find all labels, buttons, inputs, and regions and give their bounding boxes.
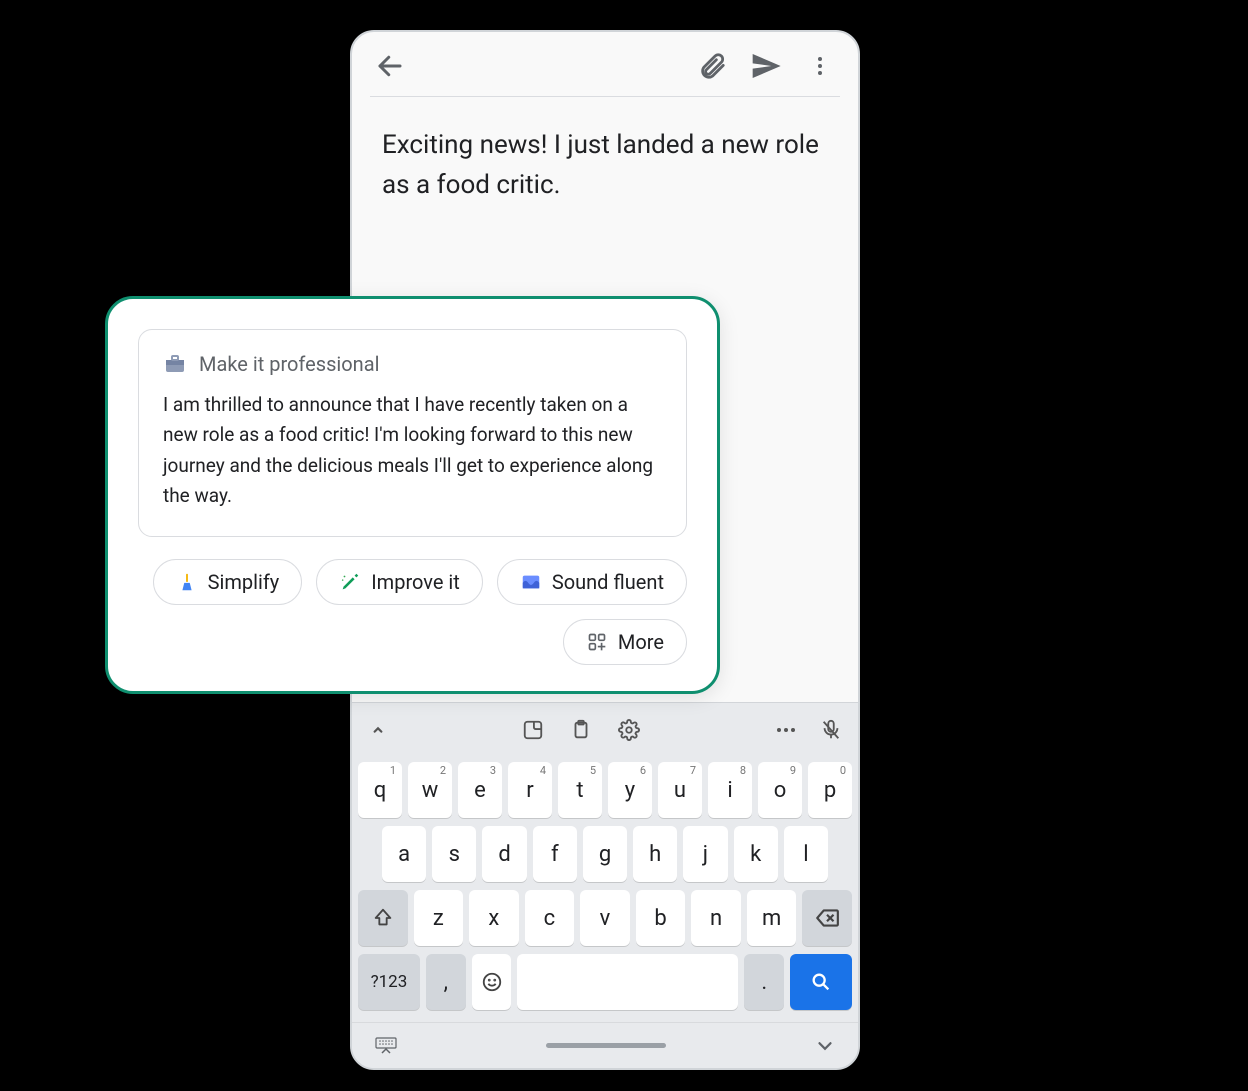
keyboard: q1w2e3r4t5y6u7i8o9p0 asdfghjkl zxcvbnm ?…	[352, 756, 858, 1022]
nav-chevron-down-icon[interactable]	[814, 1035, 836, 1057]
key-s[interactable]: s	[432, 826, 476, 882]
space-key[interactable]	[517, 954, 738, 1010]
settings-gear-icon[interactable]	[618, 719, 640, 741]
key-a[interactable]: a	[382, 826, 426, 882]
back-arrow-icon[interactable]	[370, 46, 410, 86]
key-o[interactable]: o9	[758, 762, 802, 818]
chip-more[interactable]: More	[563, 619, 687, 665]
chip-simplify[interactable]: Simplify	[153, 559, 303, 605]
mic-off-icon[interactable]	[820, 719, 842, 741]
key-w[interactable]: w2	[408, 762, 452, 818]
chip-label: More	[618, 630, 664, 654]
key-c[interactable]: c	[525, 890, 575, 946]
key-b[interactable]: b	[636, 890, 686, 946]
backspace-key[interactable]	[802, 890, 852, 946]
keyboard-expand-icon[interactable]	[368, 720, 388, 740]
keyboard-toolbar	[352, 702, 858, 756]
key-p[interactable]: p0	[808, 762, 852, 818]
grid-plus-icon	[586, 631, 608, 653]
key-l[interactable]: l	[784, 826, 828, 882]
ai-suggestion-popover: Make it professional I am thrilled to an…	[105, 296, 720, 694]
key-k[interactable]: k	[734, 826, 778, 882]
key-y[interactable]: y6	[608, 762, 652, 818]
key-r[interactable]: r4	[508, 762, 552, 818]
key-v[interactable]: v	[580, 890, 630, 946]
compose-toolbar	[352, 32, 858, 96]
symbols-key[interactable]: ?123	[358, 954, 420, 1010]
chip-improve[interactable]: Improve it	[316, 559, 483, 605]
key-f[interactable]: f	[533, 826, 577, 882]
send-icon[interactable]	[746, 46, 786, 86]
key-d[interactable]: d	[482, 826, 526, 882]
broom-icon	[176, 571, 198, 593]
key-i[interactable]: i8	[708, 762, 752, 818]
chip-label: Improve it	[371, 570, 460, 594]
clipboard-icon[interactable]	[570, 719, 592, 741]
key-z[interactable]: z	[414, 890, 464, 946]
keyboard-hide-icon[interactable]	[374, 1036, 398, 1056]
chip-sound-fluent[interactable]: Sound fluent	[497, 559, 687, 605]
pencil-sparkle-icon	[339, 571, 361, 593]
key-t[interactable]: t5	[558, 762, 602, 818]
key-g[interactable]: g	[583, 826, 627, 882]
wave-icon	[520, 571, 542, 593]
key-u[interactable]: u7	[658, 762, 702, 818]
emoji-key[interactable]	[472, 954, 512, 1010]
key-h[interactable]: h	[633, 826, 677, 882]
key-e[interactable]: e3	[458, 762, 502, 818]
suggestion-title: Make it professional	[199, 352, 379, 376]
briefcase-icon	[163, 352, 187, 376]
home-indicator[interactable]	[546, 1043, 666, 1048]
chip-label: Sound fluent	[552, 570, 664, 594]
key-q[interactable]: q1	[358, 762, 402, 818]
system-navbar	[352, 1022, 858, 1068]
search-key[interactable]	[790, 954, 852, 1010]
chip-label: Simplify	[208, 570, 280, 594]
period-key[interactable]: .	[744, 954, 784, 1010]
key-m[interactable]: m	[747, 890, 797, 946]
key-x[interactable]: x	[469, 890, 519, 946]
key-n[interactable]: n	[691, 890, 741, 946]
shift-key[interactable]	[358, 890, 408, 946]
suggestion-header: Make it professional	[163, 352, 662, 376]
comma-key[interactable]: ,	[426, 954, 466, 1010]
suggestion-card[interactable]: Make it professional I am thrilled to an…	[138, 329, 687, 537]
chip-row: Simplify Improve it Sound fluent More	[138, 559, 687, 665]
suggestion-body: I am thrilled to announce that I have re…	[163, 390, 662, 512]
more-horizontal-icon[interactable]	[774, 718, 798, 742]
overflow-menu-icon[interactable]	[800, 46, 840, 86]
sticker-icon[interactable]	[522, 719, 544, 741]
attachment-icon[interactable]	[692, 46, 732, 86]
key-j[interactable]: j	[683, 826, 727, 882]
